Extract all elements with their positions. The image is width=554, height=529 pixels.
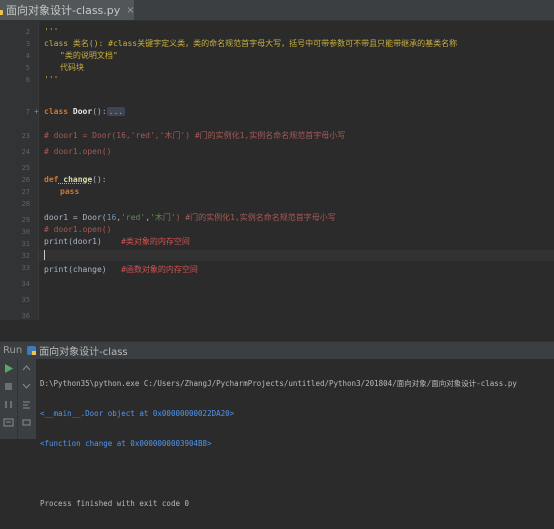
line-number: 23 xyxy=(21,132,30,140)
console-command-line: D:\Python35\python.exe C:/Users/ZhangJ/P… xyxy=(40,379,517,388)
text-caret xyxy=(44,250,45,260)
line-number: 3 xyxy=(25,40,30,48)
comment-change: #函数对象的内存空间 xyxy=(121,265,198,274)
run-toolbar xyxy=(0,359,18,439)
folded-code-placeholder[interactable]: ... xyxy=(106,107,126,116)
console-output-function: <function change at 0x0000000003904B8> xyxy=(40,439,212,448)
run-tool-window-header: Run 面向对象设计-class xyxy=(0,341,554,359)
run-console-output[interactable]: D:\Python35\python.exe C:/Users/ZhangJ/P… xyxy=(40,359,554,508)
keyword-def: def xyxy=(44,175,59,184)
code-editor[interactable]: 2 3 4 5 6 7 23 24 25 26 27 28 29 30 31 32 33 34 35 36 ''' c… xyxy=(0,21,554,320)
editor-tab[interactable]: 面向对象设计-class.py × xyxy=(0,0,135,20)
scroll-up-icon[interactable] xyxy=(21,363,32,374)
stop-icon[interactable] xyxy=(3,381,14,392)
line-number: 32 xyxy=(21,252,30,260)
docstring-text: 类名(): #class关键字定义类，类的命名规范首字母大写，括号中可带参数可不… xyxy=(68,39,458,48)
docstring-keyword: class xyxy=(44,39,69,48)
keyword-class: class xyxy=(44,107,69,116)
comment-door1: #类对象的内存空间 xyxy=(121,237,190,246)
code-line-33: print(change) #函数对象的内存空间 xyxy=(44,265,198,275)
line-number: 30 xyxy=(21,228,30,236)
inline-comment: ) #门的实例化1,实例名命名规范首字母小写 xyxy=(175,213,336,222)
soft-wrap-icon[interactable] xyxy=(21,399,32,410)
arg-number: 16 xyxy=(106,213,117,222)
code-line-30: # door1.open() xyxy=(44,225,112,234)
line-number: 25 xyxy=(21,164,30,172)
line-number: 24 xyxy=(21,148,30,156)
line-number: 31 xyxy=(21,240,30,248)
line-number: 4 xyxy=(25,52,30,60)
line-number: 5 xyxy=(25,64,30,72)
close-tab-icon[interactable]: × xyxy=(126,5,134,16)
code-line-27: pass xyxy=(60,187,80,196)
run-label[interactable]: Run xyxy=(3,345,22,356)
line-number: 35 xyxy=(21,296,30,304)
assign-door1: door1 = Door( xyxy=(44,213,107,222)
python-run-icon xyxy=(27,346,37,355)
code-line-26: def change(): xyxy=(44,175,107,185)
line-number: 26 xyxy=(21,176,30,184)
current-line-highlight xyxy=(39,250,554,261)
line-number: 33 xyxy=(21,264,30,272)
function-name: change xyxy=(58,175,93,184)
code-line-7: class Door():... xyxy=(44,107,126,117)
line-number: 27 xyxy=(21,188,30,196)
editor-bottom-area xyxy=(0,320,554,341)
print-icon[interactable] xyxy=(21,417,32,428)
code-line-31: print(door1) #类对象的内存空间 xyxy=(44,237,190,247)
line-number: 28 xyxy=(21,200,30,208)
run-config-name[interactable]: 面向对象设计-class xyxy=(39,343,127,358)
class-parens: (): xyxy=(92,107,107,116)
console-output-door: <__main__.Door object at 0x00000000022DA… xyxy=(40,409,235,418)
settings-icon[interactable] xyxy=(3,417,14,428)
ide-window: 面向对象设计-class.py × 2 3 4 5 6 7 23 24 25 26 27 28 29 30… xyxy=(0,0,554,508)
expand-fold-icon[interactable]: + xyxy=(34,107,39,116)
code-line-4: "类的说明文档" xyxy=(60,51,118,60)
console-exit-status: Process finished with exit code 0 xyxy=(40,499,190,508)
line-number: 34 xyxy=(21,280,30,288)
line-number: 29 xyxy=(21,216,30,224)
rerun-icon[interactable] xyxy=(3,363,14,374)
code-line-23: # door1 = Door(16,'red','木门') #门的实例化1,实例… xyxy=(44,131,346,140)
run-toolbar-secondary xyxy=(18,359,36,439)
line-number: 36 xyxy=(21,312,30,320)
scroll-down-icon[interactable] xyxy=(21,381,32,392)
line-number: 7 xyxy=(25,108,30,116)
code-line-3: class 类名(): #class关键字定义类，类的命名规范首字母大写，括号中… xyxy=(44,39,457,49)
code-line-24: # door1.open() xyxy=(44,147,112,156)
arg-color: 'red' xyxy=(121,213,146,222)
code-line-5: 代码块 xyxy=(60,63,84,72)
tab-title: 面向对象设计-class.py xyxy=(6,4,121,17)
editor-tab-bar: 面向对象设计-class.py × xyxy=(0,0,554,21)
code-line-2: ''' xyxy=(44,27,59,36)
code-line-6: ''' xyxy=(44,75,59,84)
print-door1: print(door1) xyxy=(44,237,102,246)
print-change: print(change) xyxy=(44,265,107,274)
line-number: 2 xyxy=(25,28,30,36)
line-number: 6 xyxy=(25,76,30,84)
function-parens: (): xyxy=(92,175,107,184)
code-line-29: door1 = Door(16,'red','木门') #门的实例化1,实例名命… xyxy=(44,213,336,223)
pause-icon[interactable] xyxy=(3,399,14,410)
class-name: Door xyxy=(68,107,93,116)
arg-material: '木门' xyxy=(150,213,176,222)
